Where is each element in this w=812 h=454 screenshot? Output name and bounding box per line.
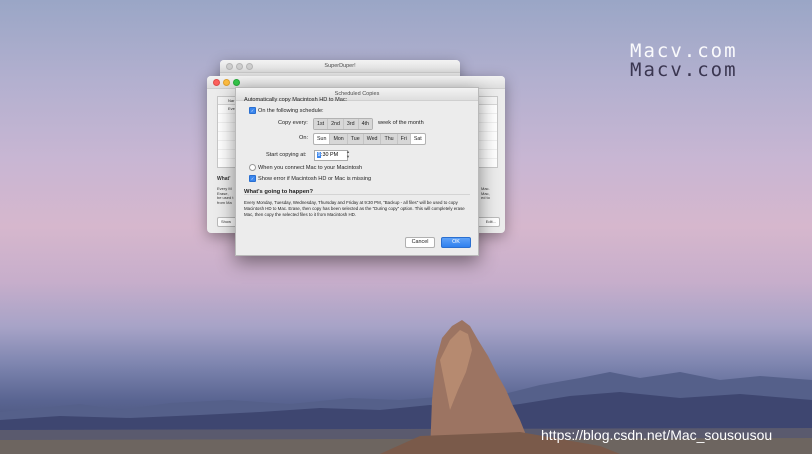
zoom-icon[interactable] (246, 63, 253, 70)
minimize-icon[interactable] (223, 79, 230, 86)
whats-heading-partial: What' (217, 176, 231, 182)
traffic-lights (213, 79, 240, 86)
day-selector[interactable]: Sun Mon Tue Wed Thu Fri Sat (313, 133, 426, 145)
show-error-label: Show error if Macintosh HD or Mac is mis… (258, 175, 372, 182)
checkbox-checked-icon[interactable]: ✓ (249, 175, 256, 182)
week-4th[interactable]: 4th (358, 119, 372, 129)
day-thu[interactable]: Thu (381, 134, 398, 144)
day-tue[interactable]: Tue (347, 134, 364, 144)
radio-unchecked-icon[interactable] (249, 164, 256, 171)
window-title: SuperDuper! (324, 63, 356, 69)
ok-button[interactable]: OK (441, 237, 471, 248)
day-mon[interactable]: Mon (330, 134, 348, 144)
week-1st[interactable]: 1st (314, 119, 329, 129)
connect-option[interactable]: When you connect Mac to your Macintosh (249, 164, 362, 171)
left-description-partial: Every M Erase, be used t from Ma (217, 186, 234, 205)
day-sun[interactable]: Sun (314, 134, 331, 144)
divider (244, 194, 470, 195)
weeks-suffix: week of the month (378, 120, 424, 126)
watermark-text: Macv.com (630, 40, 738, 62)
show-error-option[interactable]: ✓ Show error if Macintosh HD or Mac is mi… (249, 175, 371, 182)
chevron-down-icon[interactable]: ▼ (346, 154, 350, 160)
minimize-icon[interactable] (236, 63, 243, 70)
on-schedule-label: On the following schedule: (258, 107, 324, 114)
week-selector[interactable]: 1st 2nd 3rd 4th (313, 118, 373, 130)
copy-every-label: Copy every: (278, 120, 308, 126)
start-time-field[interactable]: 9:30 PM (314, 150, 348, 161)
close-icon[interactable] (226, 63, 233, 70)
zoom-icon[interactable] (233, 79, 240, 86)
close-icon[interactable] (213, 79, 220, 86)
day-wed[interactable]: Wed (363, 134, 382, 144)
time-rest[interactable]: :30 PM (321, 152, 338, 158)
connect-label: When you connect Mac to your Macintosh (258, 164, 363, 171)
day-sat[interactable]: Sat (411, 134, 425, 144)
start-copying-label: Start copying at: (266, 152, 307, 158)
time-stepper[interactable]: ▲ ▼ (346, 149, 350, 160)
right-description-partial: Mac. Mac, ed to (481, 186, 490, 201)
watermark-text-shadow: Macv.com (630, 59, 738, 81)
window-titlebar: SuperDuper! (220, 60, 460, 73)
intro-text: Automatically copy Macintosh HD to Mac: (244, 97, 348, 103)
week-3rd[interactable]: 3rd (343, 119, 359, 129)
on-label: On: (299, 135, 309, 141)
scheduled-copies-dialog: Scheduled Copies Automatically copy Maci… (235, 87, 479, 256)
checkbox-checked-icon[interactable]: ✓ (249, 107, 256, 114)
traffic-lights (226, 63, 253, 70)
week-2nd[interactable]: 2nd (328, 119, 344, 129)
whats-going-to-happen-text: Every Monday, Tuesday, Wednesday, Thursd… (244, 200, 465, 217)
day-fri[interactable]: Fri (397, 134, 411, 144)
source-url-watermark: https://blog.csdn.net/Mac_sousousou (541, 427, 773, 443)
cancel-button[interactable]: Cancel (405, 237, 435, 248)
on-schedule-checkbox[interactable]: ✓ On the following schedule: (249, 107, 324, 114)
